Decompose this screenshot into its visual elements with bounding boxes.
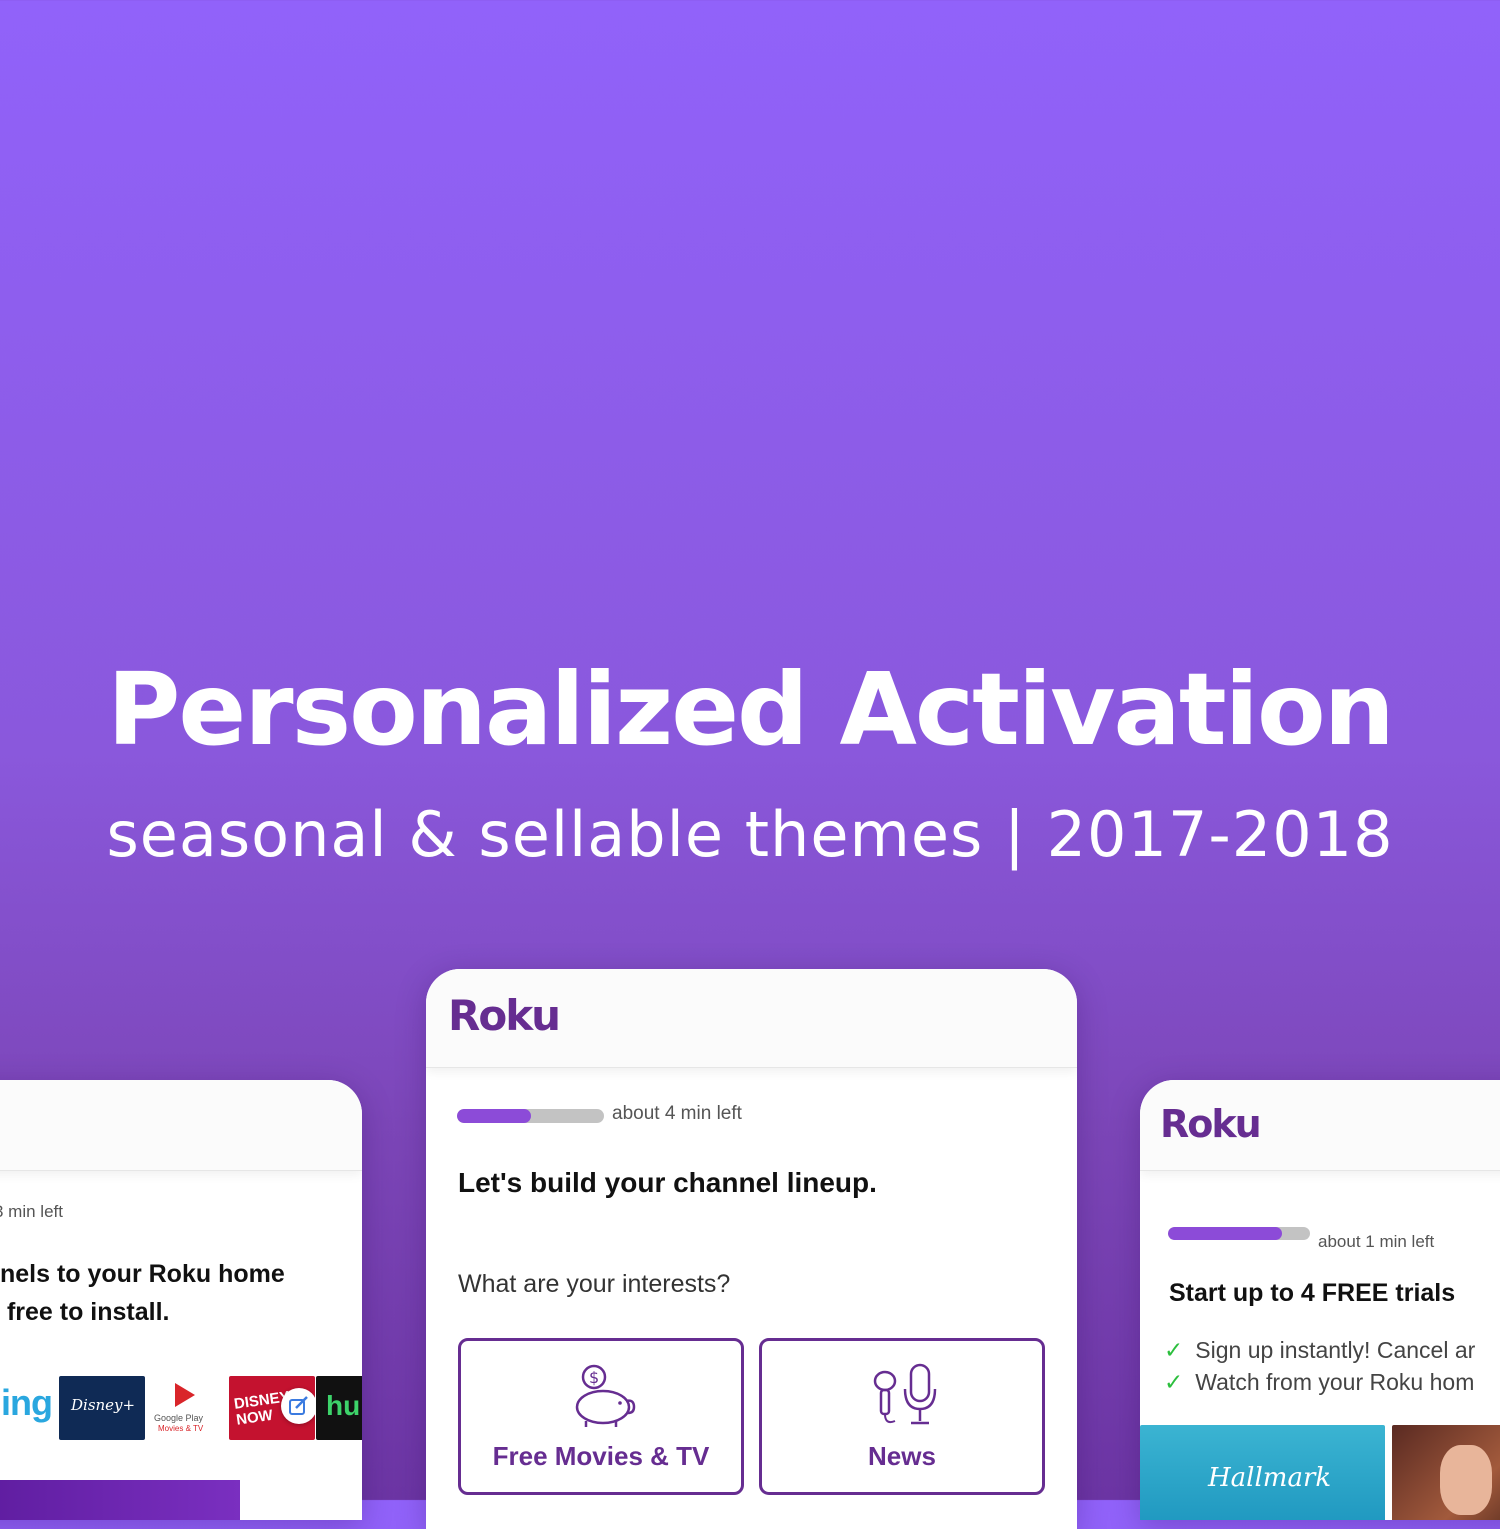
page-heading-line-1: nels to your Roku home xyxy=(0,1260,285,1288)
card-header xyxy=(0,1080,362,1171)
interest-option-free-movies[interactable]: $ Free Movies & TV xyxy=(458,1338,744,1495)
edit-icon xyxy=(289,1396,308,1415)
sling-tile[interactable]: ling xyxy=(0,1376,58,1440)
microphone-icon xyxy=(873,1363,937,1425)
hallmark-logo-text: Hallmark xyxy=(1208,1463,1332,1493)
right-activation-card: Roku about 1 min left Start up to 4 FREE… xyxy=(1140,1080,1500,1520)
interest-label: News xyxy=(868,1441,936,1471)
center-activation-card: Roku about 4 min left Let's build your c… xyxy=(426,969,1077,1529)
page-heading: Let's build your channel lineup. xyxy=(458,1167,877,1198)
hulu-logo-text: hu xyxy=(326,1390,361,1421)
page-heading: Start up to 4 FREE trials xyxy=(1169,1279,1456,1307)
interests-question: What are your interests? xyxy=(458,1270,731,1298)
progress-bar-fill xyxy=(1168,1227,1282,1240)
svg-text:$: $ xyxy=(589,1368,599,1387)
bottom-banner xyxy=(0,1480,240,1520)
checkmark-icon: ✓ xyxy=(1164,1337,1184,1363)
roku-logo: Roku xyxy=(1160,1102,1262,1146)
sling-logo-text: ling xyxy=(0,1382,53,1423)
hero-title: Personalized Activation xyxy=(107,651,1395,768)
benefit-text: Sign up instantly! Cancel ar xyxy=(1195,1337,1476,1363)
hallmark-tile[interactable]: Hallmark xyxy=(1140,1425,1385,1520)
card-header: Roku xyxy=(1140,1080,1500,1171)
disney-plus-logo-text: Disney+ xyxy=(71,1396,136,1414)
interest-option-news[interactable]: News xyxy=(759,1338,1045,1495)
google-play-icon xyxy=(175,1383,195,1407)
time-left-text: about 1 min left xyxy=(1318,1232,1435,1251)
time-left-text: about 4 min left xyxy=(612,1103,742,1124)
google-play-movies-tile[interactable]: Google Play Movies & TV xyxy=(150,1376,220,1440)
left-activation-card: 3 min left nels to your Roku home free t… xyxy=(0,1080,362,1520)
edit-badge[interactable] xyxy=(281,1388,315,1424)
poster-face-image xyxy=(1440,1445,1492,1515)
progress-bar-fill xyxy=(457,1109,531,1123)
disney-plus-tile[interactable]: Disney+ xyxy=(59,1376,145,1440)
disney-now-tile[interactable]: DISNEY NOW xyxy=(229,1376,315,1440)
piggy-bank-icon: $ xyxy=(575,1364,636,1427)
time-left-text: 3 min left xyxy=(0,1202,63,1221)
google-play-label-line-1: Google Play xyxy=(154,1413,204,1423)
progress-bar xyxy=(457,1109,604,1123)
google-play-label-line-2: Movies & TV xyxy=(158,1424,204,1433)
roku-logo: Roku xyxy=(448,991,561,1040)
card-header: Roku xyxy=(426,969,1077,1068)
checkmark-icon: ✓ xyxy=(1164,1369,1184,1395)
benefit-row-2: ✓ Watch from your Roku hom xyxy=(1164,1369,1474,1396)
progress-bar xyxy=(1168,1227,1310,1240)
movie-poster-tile[interactable] xyxy=(1392,1425,1500,1520)
hulu-tile[interactable]: hu xyxy=(316,1376,362,1440)
benefit-text: Watch from your Roku hom xyxy=(1195,1369,1475,1395)
benefit-row-1: ✓ Sign up instantly! Cancel ar xyxy=(1164,1337,1475,1364)
interest-label: Free Movies & TV xyxy=(492,1441,710,1471)
page-heading-line-2: free to install. xyxy=(0,1298,170,1326)
hero-subtitle: seasonal & sellable themes | 2017-2018 xyxy=(106,798,1394,871)
